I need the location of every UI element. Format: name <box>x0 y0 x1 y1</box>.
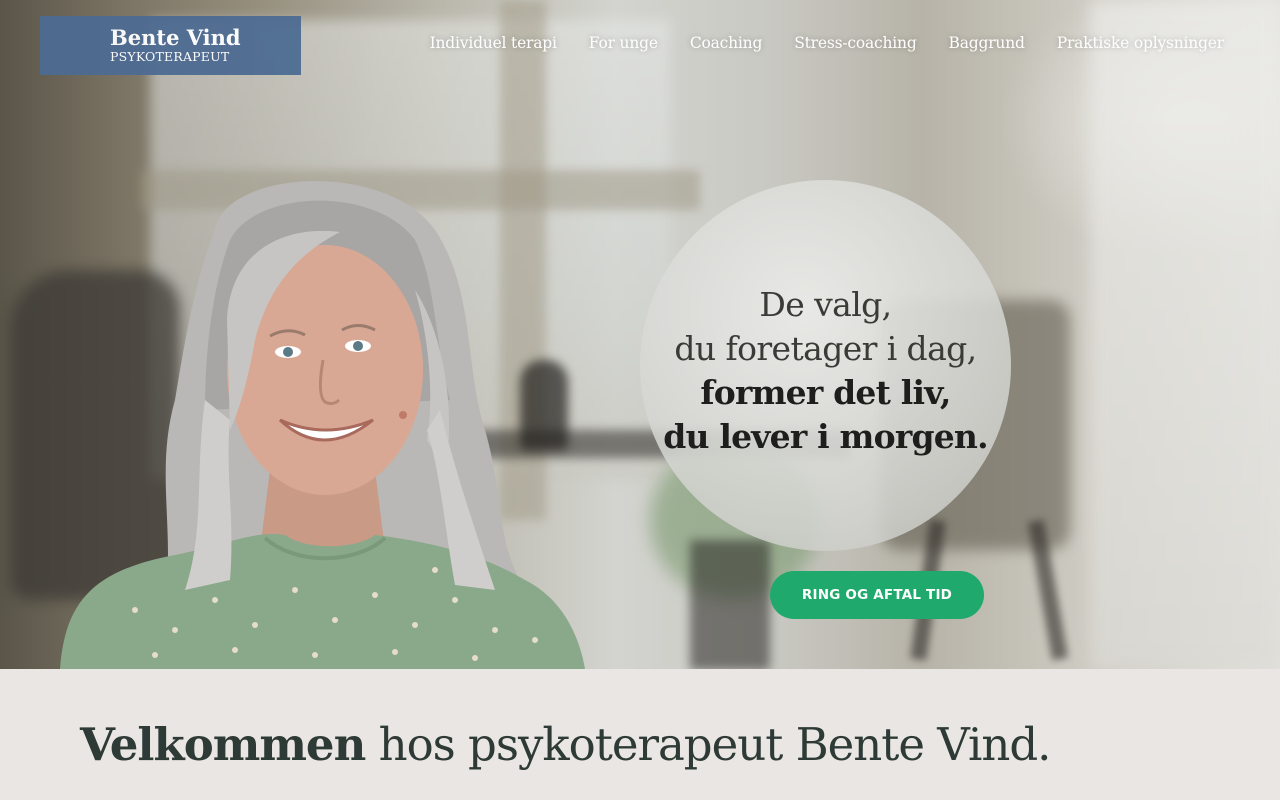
logo-name: Bente Vind <box>110 25 241 50</box>
nav-item-individuel-terapi[interactable]: Individuel terapi <box>430 34 557 52</box>
therapist-portrait <box>60 181 585 669</box>
quote-circle: De valg, du foretager i dag, former det … <box>640 180 1011 551</box>
quote-line-4: du lever i morgen. <box>663 416 988 456</box>
welcome-heading: Velkommen hos psykoterapeut Bente Vind. <box>80 718 1052 771</box>
welcome-heading-rest: hos psykoterapeut Bente Vind. <box>365 718 1052 771</box>
nav-item-for-unge[interactable]: For unge <box>589 34 658 52</box>
main-navigation: Individuel terapi For unge Coaching Stre… <box>430 34 1225 52</box>
hero-section <box>0 0 1280 669</box>
nav-item-coaching[interactable]: Coaching <box>690 34 763 52</box>
call-to-action-button[interactable]: RING OG AFTAL TID <box>770 571 984 619</box>
quote-line-3: former det liv, <box>700 372 951 412</box>
nav-item-stress-coaching[interactable]: Stress-coaching <box>794 34 917 52</box>
site-logo[interactable]: Bente Vind PSYKOTERAPEUT <box>40 16 301 75</box>
nav-item-baggrund[interactable]: Baggrund <box>949 34 1025 52</box>
logo-subtitle: PSYKOTERAPEUT <box>110 49 230 64</box>
background-pot <box>690 540 770 669</box>
background-wall <box>1090 0 1280 669</box>
welcome-heading-bold: Velkommen <box>80 718 366 771</box>
quote-line-2: du foretager i dag, <box>674 328 977 368</box>
quote-line-1: De valg, <box>759 284 892 324</box>
nav-item-praktiske-oplysninger[interactable]: Praktiske oplysninger <box>1057 34 1224 52</box>
